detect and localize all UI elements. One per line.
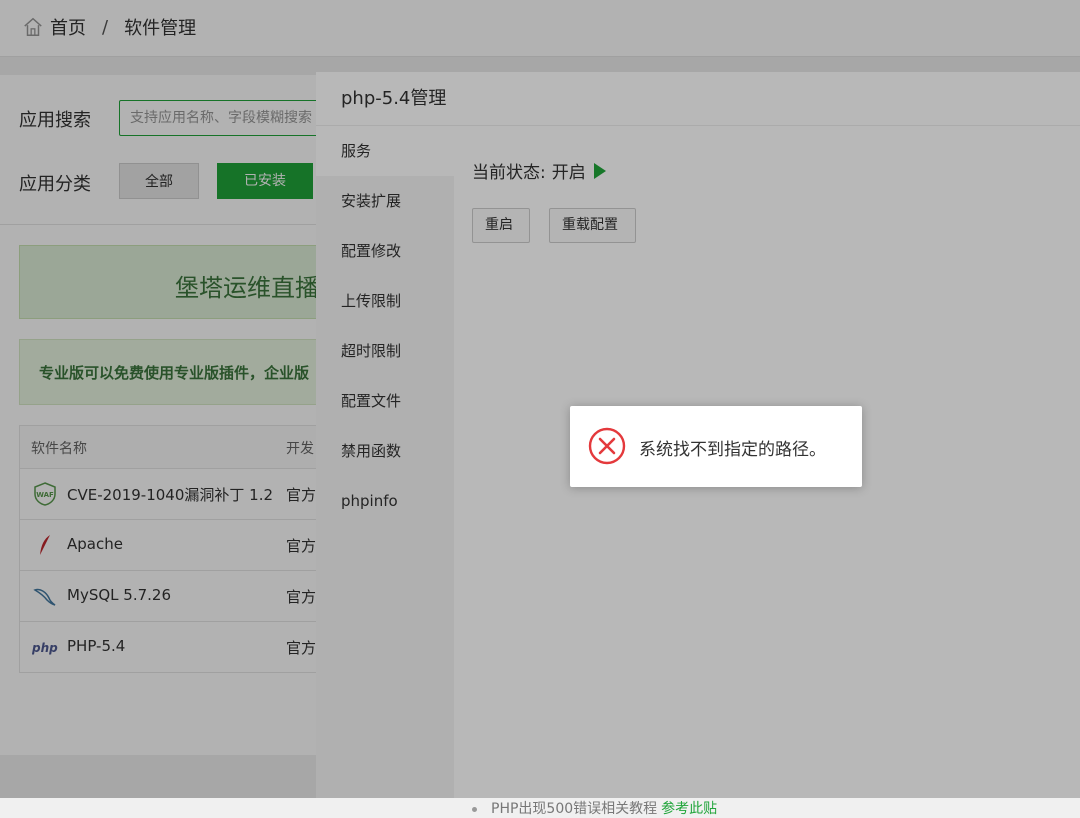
error-x-icon [588,427,626,465]
toast-message: 系统找不到指定的路径。 [639,440,826,460]
error-toast: 系统找不到指定的路径。 [570,406,862,487]
help-link[interactable]: 参考此贴 [661,801,717,817]
help-text: PHP出现500错误相关教程 [491,801,658,817]
help-tip: PHP出现500错误相关教程 参考此贴 [472,798,717,818]
bullet-icon [472,806,477,812]
